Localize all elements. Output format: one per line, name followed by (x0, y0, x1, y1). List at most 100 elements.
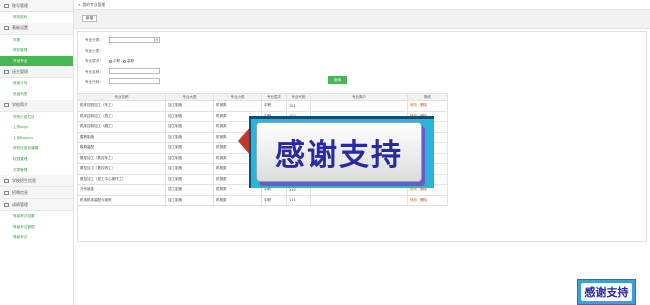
table-cell: 中职 (261, 194, 287, 206)
breadcrumb-label: 我的专业管理 (82, 1, 106, 7)
banner-text: 感谢支持 (275, 138, 403, 173)
delete-link[interactable]: 删除 (420, 198, 427, 202)
table-cell: 机械类 (213, 194, 262, 206)
sidebar-group[interactable]: 班主管理 (0, 66, 73, 79)
sidebar-item[interactable]: 等级考试管理 (0, 222, 73, 233)
sidebar-item[interactable]: 班级列表 (0, 89, 73, 100)
table-cell: 加工制造 (165, 131, 214, 143)
table-cell: 加工制造 (165, 110, 214, 122)
sidebar-group-title: 学校简介 (12, 102, 28, 108)
column-header: 操作 (407, 93, 448, 101)
sidebar-group[interactable]: 招聘信息 (0, 187, 73, 200)
thanks-mini-banner: 感谢支持 (577, 279, 636, 305)
table-cell: 机电机床装配与维修 (77, 194, 166, 206)
table-cell: 数控加工（数控铣工） (77, 163, 166, 175)
toolbar: 新增 (74, 10, 650, 29)
home-icon: « (78, 2, 81, 7)
sidebar-item[interactable]: 等级考试 (0, 232, 73, 243)
table-cell: 111 (286, 194, 311, 206)
breadcrumb: « 我的专业管理 (74, 0, 650, 10)
sidebar-item[interactable]: 学院介绍栏目 (0, 112, 73, 123)
edit-link[interactable]: 修改 (410, 198, 417, 202)
sidebar-group[interactable]: 学校简介 (0, 99, 73, 112)
table-cell: 加工制造 (165, 152, 214, 164)
sidebar-group[interactable]: 账号管理 (0, 0, 73, 12)
column-header: 专业名称 (77, 93, 166, 101)
menu-icon (4, 69, 9, 74)
sidebar-group-title: 基础设置 (12, 25, 28, 31)
sidebar-item[interactable]: 文章管理 (0, 165, 73, 176)
name-input[interactable] (109, 68, 160, 74)
sidebar-group[interactable]: 学校招生信息 (0, 175, 73, 188)
table-cell: 机床控制加工（磨工） (77, 121, 166, 133)
class-label: 专业小类： (85, 49, 103, 53)
menu-icon (4, 190, 9, 195)
level-label: 专业层次： (85, 59, 103, 63)
sidebar: 账号管理修改密码基础设置学期 院校管理 开设专业 班主管理班级计划 班级列表学校简介学院… (0, 0, 74, 305)
column-header: 专业大类 (165, 93, 214, 101)
table-cell: 中职 (261, 100, 287, 112)
level-radio-higher[interactable]: 高职 (123, 59, 134, 64)
sidebar-group[interactable]: 成绩管理 (0, 199, 73, 212)
menu-icon (4, 178, 9, 183)
sidebar-group-title: 班主管理 (12, 68, 28, 74)
sidebar-item[interactable]: 上传logo (0, 122, 73, 133)
sidebar-group-title: 学校招生信息 (12, 177, 36, 183)
level-radio-secondary[interactable]: 中职 (109, 59, 120, 64)
table-cell: 加工制造 (165, 194, 214, 206)
table-cell: 加工制造 (165, 173, 214, 185)
table-cell: 数控加工（数控车工） (77, 152, 166, 164)
mini-banner-text: 感谢支持 (584, 286, 629, 299)
sidebar-item[interactable]: 等级考试设置 (0, 211, 73, 222)
sidebar-item[interactable]: 开设专业 (0, 55, 73, 67)
sidebar-item[interactable]: 学期 (0, 35, 73, 46)
sidebar-group-title: 账号管理 (12, 2, 28, 8)
code-input[interactable] (109, 78, 160, 84)
column-header: 专业层次 (261, 93, 287, 101)
chevron-down-icon: ▾ (154, 38, 159, 42)
menu-icon (4, 3, 9, 8)
column-header: 专业代码 (286, 93, 311, 101)
table-cell: 模具制造 (77, 131, 166, 143)
code-label: 专业代码： (85, 80, 103, 84)
table-cell: 加工制造 (165, 142, 214, 154)
menu-icon (4, 26, 9, 31)
actions-cell: 修改删除 (407, 100, 448, 112)
table-row: 机床控制加工（车工） 加工制造 机械类 中职 101 修改 删除 (77, 100, 448, 112)
table-cell: 机床控制加工（车工） (77, 100, 166, 112)
table-cell (310, 194, 408, 206)
sidebar-item[interactable]: 校园管理 (0, 154, 73, 165)
category-label: 专业分类： (85, 38, 103, 42)
table-cell: 数控加工（加工中心操作工） (77, 173, 166, 185)
add-button[interactable]: 新增 (82, 15, 97, 22)
table-cell: 加工制造 (165, 121, 214, 133)
sidebar-group-title: 成绩管理 (12, 201, 28, 207)
edit-link[interactable]: 修改 (410, 103, 417, 107)
column-header: 专业小类 (213, 93, 262, 101)
table-cell: 加工制造 (165, 163, 214, 175)
table-cell: 机械类 (213, 100, 262, 112)
thanks-banner: 感谢支持 (249, 116, 434, 188)
table-cell: 101 (286, 100, 311, 112)
category-select[interactable]: ▾ (109, 37, 160, 43)
sidebar-group-title: 招聘信息 (12, 189, 28, 195)
table-cell: 模具装配 (77, 142, 166, 154)
table-cell: 加工制造 (165, 100, 214, 112)
actions-cell: 修改删除 (407, 194, 448, 206)
delete-link[interactable]: 删除 (420, 103, 427, 107)
table-cell: 加工制造 (165, 184, 214, 196)
sidebar-item[interactable]: 修改密码 (0, 12, 73, 23)
menu-icon (4, 103, 9, 108)
table-cell (310, 100, 408, 112)
sidebar-item[interactable]: 班级计划 (0, 78, 73, 89)
sidebar-group[interactable]: 基础设置 (0, 22, 73, 35)
sidebar-item[interactable]: 上传Banner (0, 133, 73, 144)
table-row: 机电机床装配与维修 加工制造 机械类 中职 111 修改 删除 (77, 194, 448, 206)
sidebar-item[interactable]: 院校管理 (0, 45, 73, 56)
menu-icon (4, 202, 9, 207)
name-label: 专业名称： (85, 70, 103, 74)
sidebar-item[interactable]: 院校信息页编辑 (0, 143, 73, 154)
table-cell: 机床控制加工（铣工） (77, 110, 166, 122)
table-cell: 冷作钣金 (77, 184, 166, 196)
query-button[interactable]: 查询 (328, 76, 347, 84)
